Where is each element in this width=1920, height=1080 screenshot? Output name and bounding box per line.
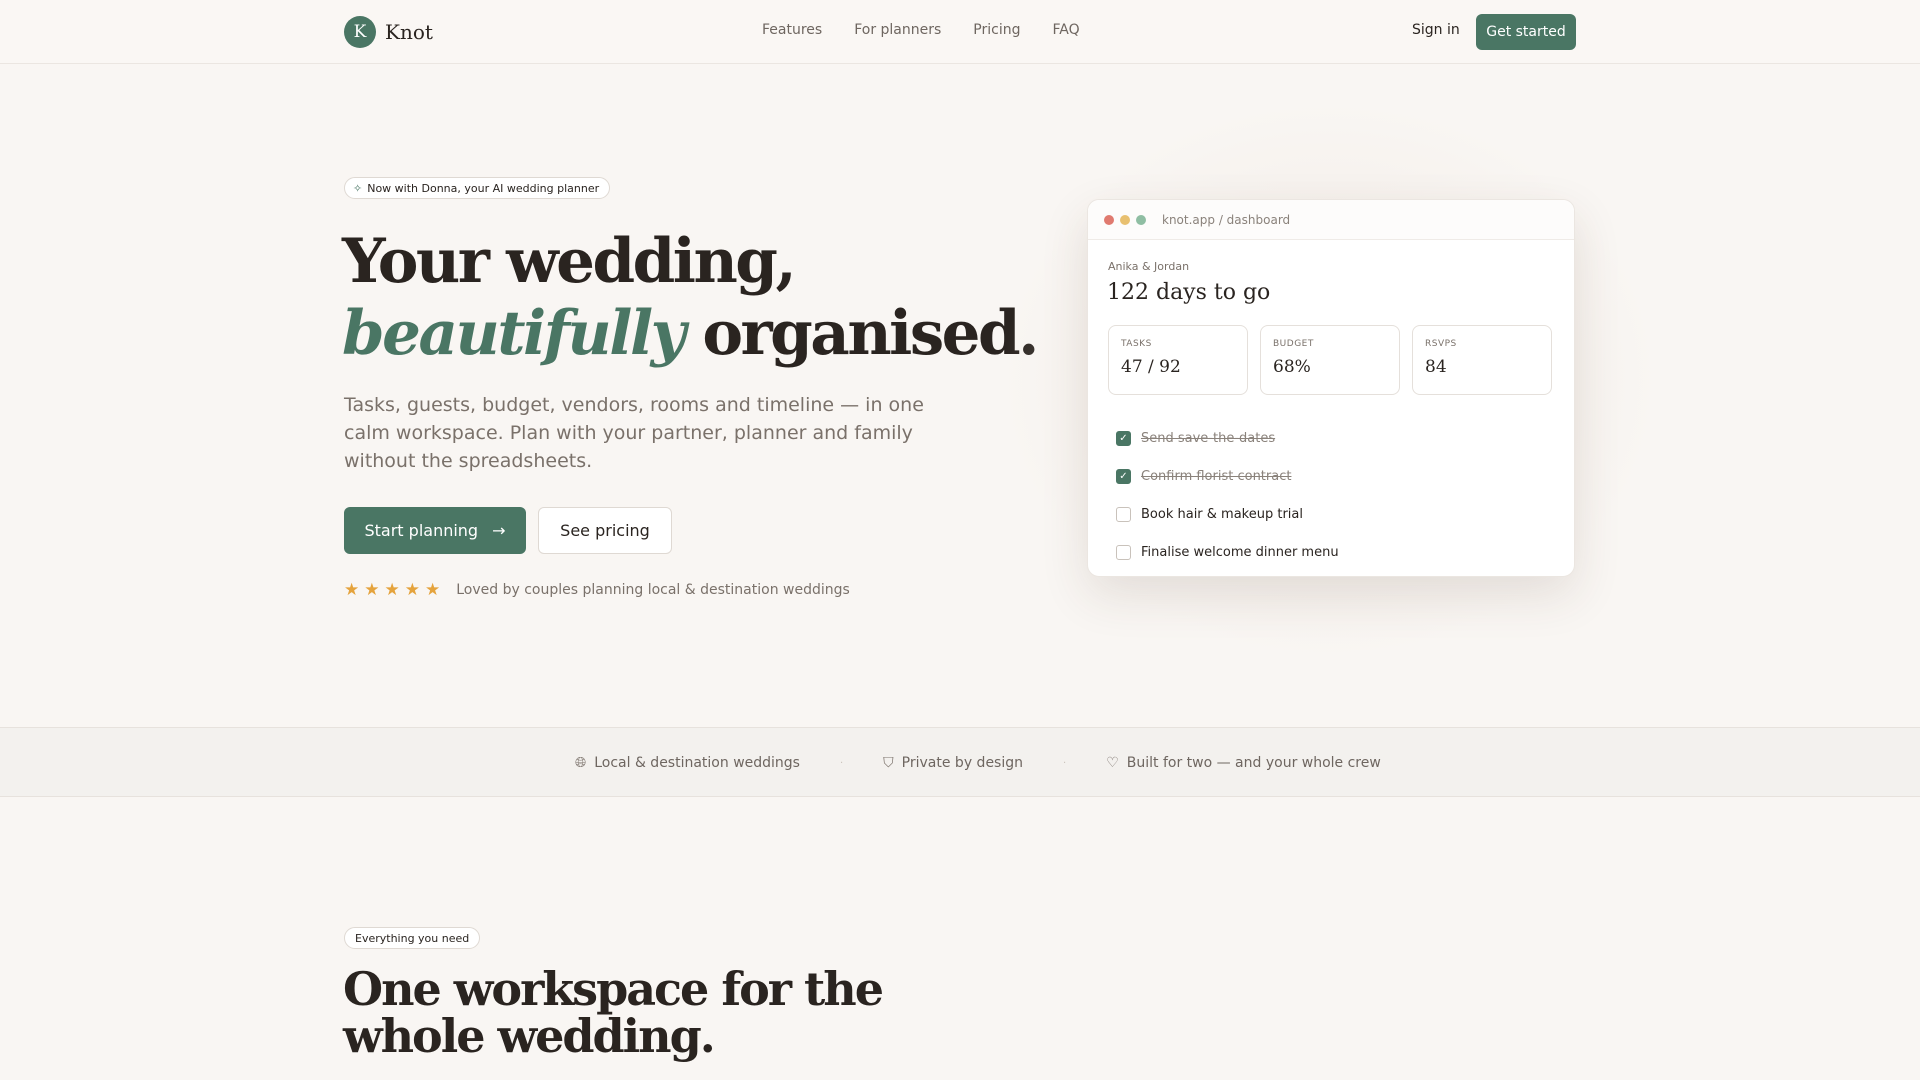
feature-private: ⛉ Private by design [883, 755, 1023, 771]
stat-label: RSVPS [1425, 339, 1457, 349]
task-checkbox[interactable] [1116, 544, 1131, 560]
stat-rsvps: RSVPS 84 [1412, 325, 1552, 395]
hero-title-line2: organised. [683, 298, 1039, 369]
feature-local-destination: 🌐︎ Local & destination weddings [575, 755, 800, 771]
features-strip-inner: 🌐︎ Local & destination weddings · ⛉ Priv… [575, 728, 1381, 798]
sign-in-link[interactable]: Sign in [1412, 22, 1460, 38]
task-label: Confirm florist contract [1141, 468, 1292, 484]
task-checkbox[interactable] [1116, 506, 1131, 522]
star-icon: ★ [425, 580, 441, 600]
logo[interactable]: K Knot [344, 16, 433, 48]
task-list: ✓ Send save-the-dates ✓ Confirm florist … [1116, 419, 1339, 571]
feature-label: Built for two — and your whole crew [1126, 755, 1381, 771]
hero-subtitle: Tasks, guests, budget, vendors, rooms an… [344, 394, 924, 472]
rating: ★ ★ ★ ★ ★ Loved by couples planning loca… [344, 580, 850, 600]
star-icon: ★ [384, 580, 400, 600]
section-title: One workspace for the whole wedding. [343, 962, 884, 1063]
logo-mark: K [344, 16, 376, 48]
task-label: Send save-the-dates [1141, 430, 1276, 446]
separator-dot: · [1063, 757, 1067, 769]
nav-links: Features For planners Pricing FAQ [762, 22, 1080, 38]
task-item[interactable]: Finalise welcome dinner menu [1116, 533, 1339, 571]
stat-value: 84 [1425, 357, 1447, 377]
rating-text: Loved by couples planning local & destin… [456, 582, 850, 598]
task-label: Book hair & makeup trial [1141, 506, 1303, 522]
announcement-badge[interactable]: ✧ Now with Donna, your AI wedding planne… [344, 177, 611, 199]
task-item[interactable]: ✓ Confirm florist contract [1116, 457, 1339, 495]
task-item[interactable]: ✓ Send save-the-dates [1116, 419, 1339, 457]
globe-icon: 🌐︎ [575, 755, 587, 771]
nav-link-faq[interactable]: FAQ [1053, 22, 1080, 38]
star-rating: ★ ★ ★ ★ ★ [344, 580, 440, 600]
window-dot-red [1104, 214, 1114, 225]
feature-label: Private by design [901, 755, 1023, 771]
task-checkbox[interactable]: ✓ [1116, 430, 1131, 446]
stat-budget: BUDGET 68% [1260, 325, 1400, 395]
section-badge: Everything you need [344, 927, 481, 949]
window-url: knot.app / dashboard [1162, 212, 1291, 227]
window-bar: knot.app / dashboard [1088, 200, 1574, 240]
star-icon: ★ [344, 580, 360, 600]
see-pricing-button[interactable]: See pricing [538, 507, 672, 554]
dashboard-preview-card: knot.app / dashboard Anika & Jordan 122 … [1087, 199, 1575, 577]
hero-title: Your wedding, beautifully organised. [342, 226, 1042, 370]
feature-built-for-two: ♡ Built for two — and your whole crew [1106, 755, 1381, 771]
feature-label: Local & destination weddings [594, 755, 800, 771]
heart-icon: ♡ [1106, 755, 1119, 771]
hero-title-accent: beautifully [342, 298, 686, 369]
nav-link-for-planners[interactable]: For planners [854, 22, 941, 38]
task-checkbox[interactable]: ✓ [1116, 468, 1131, 484]
sparkle-icon: ✧ [353, 181, 363, 195]
star-icon: ★ [404, 580, 420, 600]
start-planning-button[interactable]: Start planning → [344, 507, 526, 554]
stat-value: 68% [1273, 357, 1311, 377]
stat-tasks: TASKS 47 / 92 [1108, 325, 1248, 395]
stat-value: 47 / 92 [1121, 357, 1181, 377]
hero-title-line1: Your wedding, [342, 226, 797, 297]
features-strip: 🌐︎ Local & destination weddings · ⛉ Priv… [0, 727, 1920, 797]
start-planning-label: Start planning [364, 521, 479, 540]
stat-label: BUDGET [1273, 339, 1314, 349]
stats-row: TASKS 47 / 92 BUDGET 68% RSVPS 84 [1108, 325, 1552, 395]
nav-link-pricing[interactable]: Pricing [973, 22, 1020, 38]
arrow-right-icon: → [492, 521, 506, 540]
task-item[interactable]: Book hair & makeup trial [1116, 495, 1339, 533]
separator-dot: · [839, 757, 844, 769]
window-dot-yellow [1120, 214, 1130, 225]
get-started-button[interactable]: Get started [1476, 14, 1576, 50]
star-icon: ★ [364, 580, 380, 600]
window-dot-green [1136, 214, 1146, 225]
task-label: Finalise welcome dinner menu [1141, 544, 1339, 560]
announcement-text: Now with Donna, your AI wedding planner [367, 181, 600, 195]
countdown: 122 days to go [1107, 280, 1271, 305]
nav-link-features[interactable]: Features [762, 22, 822, 38]
shield-icon: ⛉ [883, 755, 894, 771]
couple-names: Anika & Jordan [1108, 260, 1190, 273]
top-nav: K Knot Features For planners Pricing FAQ… [0, 0, 1920, 64]
stat-label: TASKS [1121, 339, 1152, 349]
logo-text: Knot [385, 20, 433, 44]
